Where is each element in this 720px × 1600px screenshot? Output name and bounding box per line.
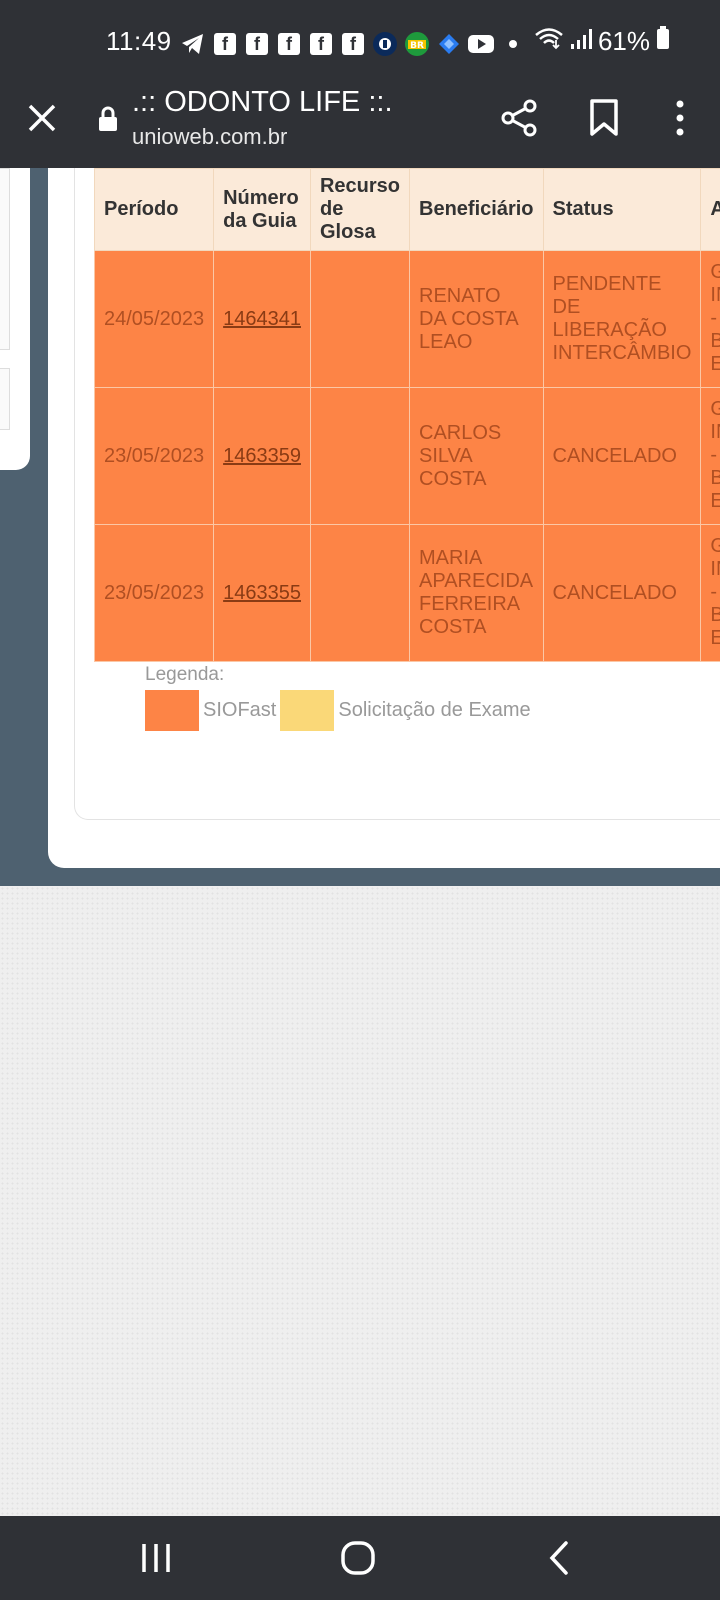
column-header-beneficiario[interactable]: Beneficiário [409,168,544,251]
cell-periodo: 23/05/2023 [93,524,215,662]
cell-status: PENDENTE DE LIBERAÇÃO INTERCÂMBIO [542,250,702,388]
cell-recurso-glosa [309,524,411,662]
cell-numero-guia: 1463355 [213,524,311,662]
side-panel [0,168,30,470]
results-card: Período Número da Guia Recurso de Glosa … [48,168,720,868]
legend-item-solicitacao-exame: Solicitação de Exame [338,699,531,721]
br-petrobras-icon: BR [404,31,430,57]
cell-numero-guia: 1464341 [213,250,311,388]
legend-swatch-solicitacao-exame [280,690,335,731]
legend-label: Legenda: [145,664,225,685]
cell-beneficiario: RENATO DA COSTA LEAO [409,250,544,388]
more-options-icon[interactable] [668,98,692,138]
brazil-flag-icon [372,31,398,57]
table-row[interactable]: 23/05/2023 1463355 MARIA APARECIDA FERRE… [93,524,720,662]
legend-swatch-siofast [145,690,199,731]
status-right: 61% [534,26,670,57]
guide-number-link[interactable]: 1463355 [223,582,301,604]
cell-beneficiario: MARIA APARECIDA FERREIRA COSTA [409,524,544,662]
cell-atendimento: GUIA INTERCÂMBIO - BENEFICIÁRIO EXTERNO [700,524,720,662]
table-row[interactable]: 24/05/2023 1464341 RENATO DA COSTA LEAO … [93,250,720,388]
table-header-row: Período Número da Guia Recurso de Glosa … [93,168,720,251]
cell-beneficiario: CARLOS SILVA COSTA [409,387,544,525]
bookmark-icon[interactable] [586,98,622,138]
table-row[interactable]: 23/05/2023 1463359 CARLOS SILVA COSTA CA… [93,387,720,525]
legend: SIOFast Solicitação de Exame [145,690,535,731]
browser-toolbar: .:: ODONTO LIFE ::. unioweb.com.br [0,86,720,168]
facebook-icon: f [276,31,302,57]
cell-atendimento: GUIA INTERCÂMBIO - BENEFICIÁRIO EXTERNO [700,250,720,388]
notification-icons: f f f f f BR [180,30,526,58]
cell-recurso-glosa [309,387,411,525]
dot-icon [500,31,526,57]
lock-icon[interactable] [98,106,118,132]
guide-number-link[interactable]: 1464341 [223,308,301,330]
side-panel-field [0,368,10,430]
status-bar: 11:49 f f f f f BR 61% [0,0,720,86]
cell-numero-guia: 1463359 [213,387,311,525]
telegram-icon [180,31,206,57]
page-url[interactable]: unioweb.com.br [132,124,287,150]
cell-recurso-glosa [309,250,411,388]
web-page[interactable]: Período Número da Guia Recurso de Glosa … [0,168,720,1516]
column-header-numero-guia[interactable]: Número da Guia [213,168,311,251]
column-header-recurso-glosa[interactable]: Recurso de Glosa [309,168,411,251]
guides-table: Período Número da Guia Recurso de Glosa … [93,168,720,662]
facebook-icon: f [340,31,366,57]
wifi-icon [534,26,564,57]
page-texture-background [0,886,720,1516]
signal-icon [570,26,592,57]
column-header-periodo[interactable]: Período [93,168,215,251]
facebook-icon: f [308,31,334,57]
side-panel-field [0,168,10,350]
clock: 11:49 [106,26,172,56]
cell-periodo: 24/05/2023 [93,250,215,388]
column-header-atendimento[interactable]: Atendimento [700,168,720,251]
cell-status: CANCELADO [542,524,702,662]
guide-number-link[interactable]: 1463359 [223,445,301,467]
column-header-status[interactable]: Status [542,168,702,251]
close-icon[interactable] [24,100,60,136]
back-icon[interactable] [540,1538,580,1578]
cell-status: CANCELADO [542,387,702,525]
battery-percent: 61% [597,26,650,56]
recent-apps-icon[interactable] [136,1538,176,1578]
cell-periodo: 23/05/2023 [93,387,215,525]
share-icon[interactable] [500,98,540,138]
system-navigation-bar [0,1516,720,1600]
page-title[interactable]: .:: ODONTO LIFE ::. [132,86,393,119]
battery-icon [656,26,670,57]
home-icon[interactable] [338,1538,378,1578]
diamond-icon [436,31,462,57]
svg-text:BR: BR [410,41,424,51]
facebook-icon: f [212,31,238,57]
youtube-icon [468,31,494,57]
legend-item-siofast: SIOFast [203,699,277,721]
facebook-icon: f [244,31,270,57]
cell-atendimento: GUIA INTERCÂMBIO - BENEFICIÁRIO EXTERNO [700,387,720,525]
